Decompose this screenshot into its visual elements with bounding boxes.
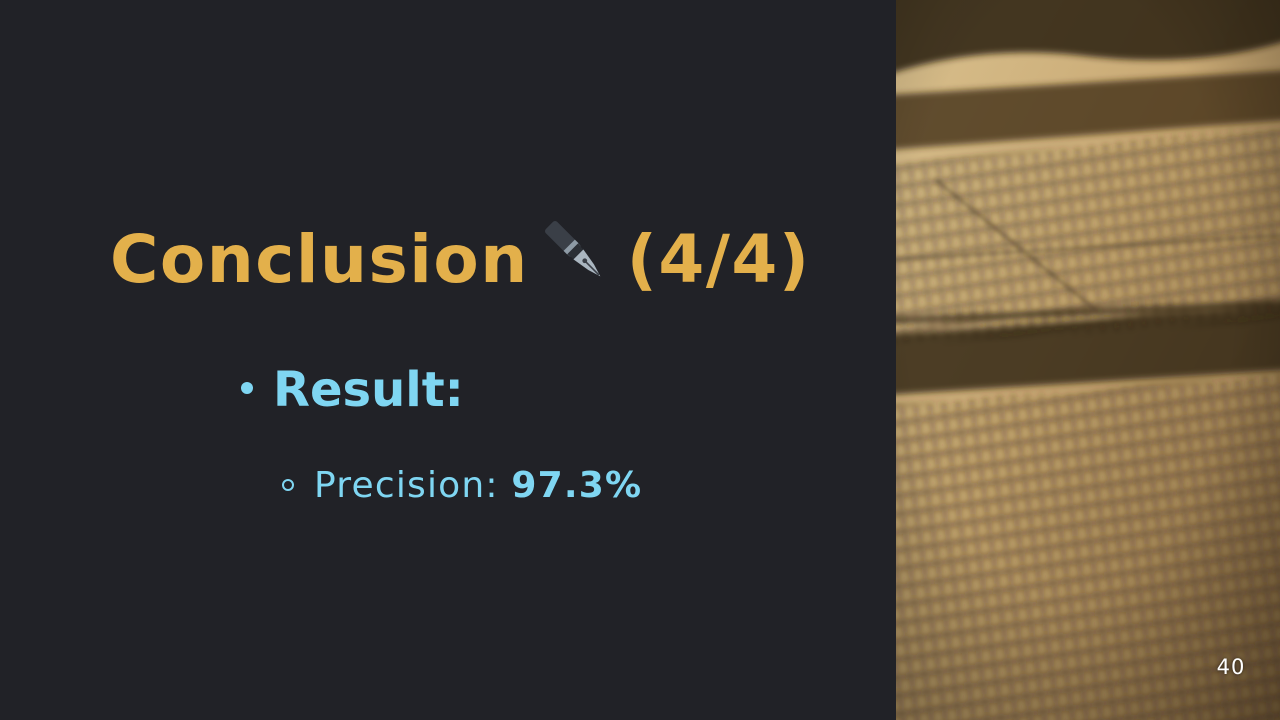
page-number: 40 bbox=[1216, 655, 1246, 679]
sub-bullet-precision: Precision: 97.3% bbox=[282, 463, 642, 509]
precision-value: 97.3% bbox=[511, 465, 643, 506]
bullet-dot-icon bbox=[241, 382, 253, 394]
bullet-result: Result: bbox=[241, 360, 464, 420]
slide-title-text: Conclusion bbox=[110, 221, 529, 298]
slide-content-area: Conclusion (4/4) Result: Precision: 97.3… bbox=[0, 0, 896, 720]
precision-label: Precision: bbox=[314, 465, 499, 506]
sub-bullet-ring-icon bbox=[282, 479, 294, 491]
fountain-pen-icon bbox=[541, 218, 613, 288]
bullet-result-label: Result: bbox=[273, 362, 464, 418]
slide-title: Conclusion (4/4) bbox=[110, 218, 811, 301]
slide-title-counter: (4/4) bbox=[626, 221, 811, 298]
blurred-newspaper-image bbox=[896, 0, 1280, 720]
presentation-slide: Conclusion (4/4) Result: Precision: 97.3… bbox=[0, 0, 1280, 720]
